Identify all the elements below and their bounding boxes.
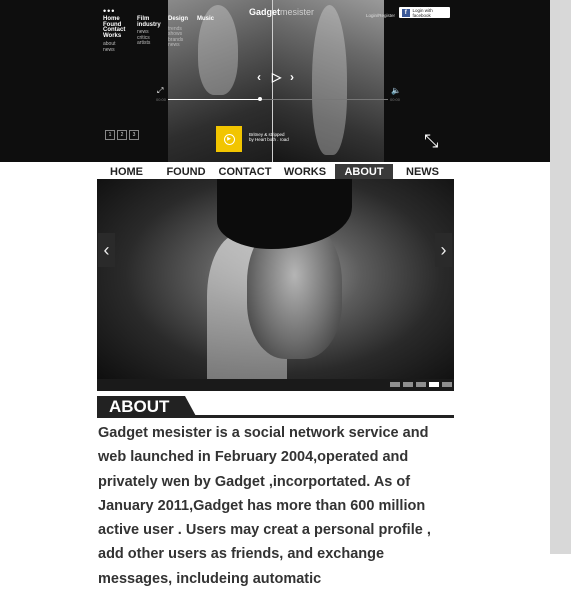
time-elapsed: 00:00 <box>156 97 167 102</box>
page-button[interactable]: 2 <box>117 130 127 140</box>
progress-bar[interactable] <box>168 97 388 101</box>
hero-pagination: 1 2 3 <box>105 130 139 140</box>
facebook-icon: f <box>402 8 410 17</box>
now-playing-tile[interactable]: ▶ <box>216 126 242 152</box>
next-track-icon[interactable]: › <box>290 70 294 84</box>
slider-dot[interactable] <box>403 382 413 387</box>
hero-nav-design: Design trends shows brands news <box>168 16 188 49</box>
slider-dot[interactable] <box>390 382 400 387</box>
nav-news[interactable]: NEWS <box>401 164 444 179</box>
about-heading-bar: ABOUT <box>97 396 454 421</box>
slider-dots <box>390 382 452 387</box>
hero-col-heading[interactable]: Design <box>168 16 188 23</box>
nav-found[interactable]: FOUND <box>162 164 210 179</box>
hero-col-heading[interactable]: Music <box>197 16 214 23</box>
slider-prev-arrow-icon[interactable]: ‹ <box>98 233 115 267</box>
login-register-link[interactable]: Login/Register <box>366 13 395 18</box>
shuffle-icon[interactable]: ⤡ <box>424 131 438 152</box>
facebook-login-label: Login with facebook <box>412 7 433 18</box>
slide-cap <box>217 179 352 249</box>
model-figure <box>312 5 347 155</box>
song-title: Britney & stripped by Heart both . road <box>249 132 289 142</box>
logo-bold-text: Gadget <box>249 7 281 17</box>
image-slider <box>97 179 454 391</box>
hero-nav-sublink[interactable]: news <box>103 47 125 54</box>
main-nav: HOME FOUND CONTACT WORKS ABOUT NEWS <box>97 162 454 179</box>
hero-nav-film: Film industry news critics artists <box>137 16 163 47</box>
slider-next-arrow-icon[interactable]: › <box>435 233 452 267</box>
nav-home[interactable]: HOME <box>104 164 149 179</box>
prev-track-icon[interactable]: ‹ <box>257 70 261 84</box>
page-button[interactable]: 1 <box>105 130 115 140</box>
hero-col-link[interactable]: artists <box>137 40 163 47</box>
hero-nav-main: Home Found Contact Works about news <box>103 16 125 54</box>
about-paragraph: Gadget mesister is a social network serv… <box>98 425 431 587</box>
menu-dots-icon[interactable]: ••• <box>103 6 115 16</box>
volume-icon[interactable]: 🔈 <box>391 86 401 95</box>
hero-banner: ••• Home Found Contact Works about news … <box>0 0 550 162</box>
logo-light-text: mesister <box>280 7 315 17</box>
slider-dot[interactable] <box>429 382 439 387</box>
slider-dot[interactable] <box>416 382 426 387</box>
hero-nav-music: Music <box>197 16 214 23</box>
time-total: 00:00 <box>390 97 401 102</box>
expand-icon[interactable]: ⤢ <box>157 86 163 96</box>
nav-about[interactable]: ABOUT <box>335 164 393 179</box>
right-gray-edge <box>550 0 571 554</box>
play-icon[interactable]: ▷ <box>272 70 281 84</box>
slider-dot[interactable] <box>442 382 452 387</box>
hero-col-link[interactable]: news <box>168 42 188 49</box>
nav-works[interactable]: WORKS <box>280 164 330 179</box>
page-button[interactable]: 3 <box>129 130 139 140</box>
facebook-login-button[interactable]: f Login with facebook <box>399 7 450 18</box>
music-play-icon: ▶ <box>223 133 235 145</box>
hero-col-heading[interactable]: Film industry <box>137 16 163 28</box>
about-title: ABOUT <box>97 396 197 418</box>
site-logo[interactable]: Gadgetmesister <box>249 7 314 17</box>
progress-fill <box>168 99 261 100</box>
nav-contact[interactable]: CONTACT <box>215 164 275 179</box>
